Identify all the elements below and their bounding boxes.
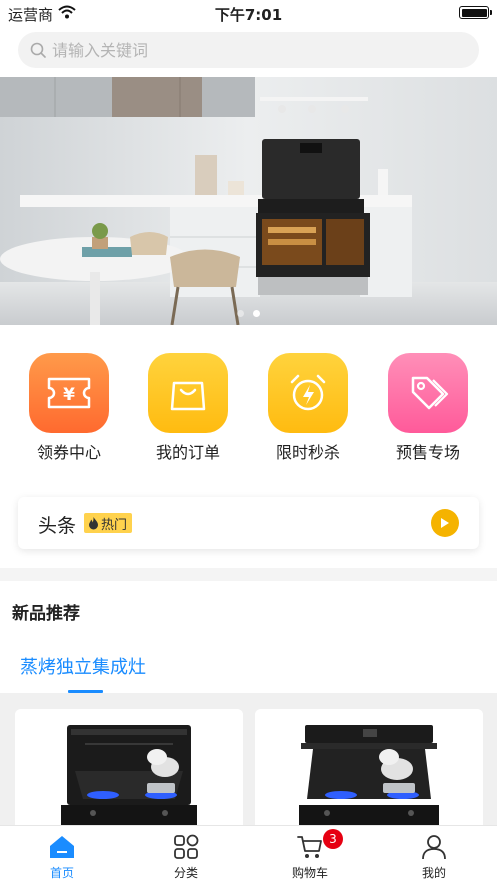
home-icon xyxy=(50,836,74,858)
cart-count-badge: 3 xyxy=(323,829,343,849)
tab-label: 分类 xyxy=(173,866,198,880)
hot-badge-label: 热门 xyxy=(101,517,128,533)
category-grid-icon xyxy=(174,834,199,859)
quick-link-orders[interactable]: 我的订单 xyxy=(133,353,243,463)
headline-news-card[interactable]: 头条 热门 xyxy=(18,497,479,549)
svg-text:¥: ¥ xyxy=(63,385,75,405)
play-icon xyxy=(441,518,449,528)
quick-link-label: 限时秒杀 xyxy=(275,443,340,462)
banner-pagination xyxy=(0,310,497,317)
headline-title: 头条 xyxy=(38,515,77,537)
shopping-bag-icon xyxy=(148,353,228,433)
tab-profile[interactable]: 我的 xyxy=(389,834,479,881)
flame-icon xyxy=(89,516,98,529)
status-bar: 运营商 下午7:01 xyxy=(0,0,497,26)
quick-link-label: 领券中心 xyxy=(36,443,101,462)
cart-icon xyxy=(297,836,322,858)
product-card[interactable] xyxy=(15,709,243,833)
product-grid xyxy=(0,693,497,833)
battery-icon xyxy=(459,6,492,19)
tab-label: 购物车 xyxy=(291,866,328,880)
hot-badge: 热门 xyxy=(84,513,133,533)
coupon-ticket-icon: ¥ xyxy=(29,353,109,433)
new-products-section: 新品推荐 蒸烤独立集成灶 xyxy=(0,581,497,693)
quick-link-label: 预售专场 xyxy=(395,443,460,462)
pagination-dot-active[interactable] xyxy=(253,310,260,317)
promo-banner[interactable] xyxy=(0,77,497,325)
search-input[interactable] xyxy=(52,32,462,68)
tab-home[interactable]: 首页 xyxy=(17,834,107,881)
price-tag-icon xyxy=(388,353,468,433)
search-icon xyxy=(30,42,46,58)
quick-link-presale[interactable]: 预售专场 xyxy=(373,353,483,463)
search-box[interactable] xyxy=(18,32,479,68)
pagination-dot[interactable] xyxy=(237,310,244,317)
product-category-tab[interactable]: 蒸烤独立集成灶 xyxy=(20,653,146,679)
integrated-stove-image xyxy=(255,709,483,833)
tab-cart[interactable]: 3 购物车 xyxy=(265,829,355,881)
search-bar xyxy=(0,26,497,77)
user-icon xyxy=(422,835,446,860)
alarm-clock-icon xyxy=(268,353,348,433)
tab-label: 首页 xyxy=(49,866,74,880)
bottom-tab-bar: 首页 分类 3 购物车 我的 xyxy=(0,825,497,883)
quick-link-coupons[interactable]: ¥ 领券中心 xyxy=(14,353,124,463)
product-card[interactable] xyxy=(255,709,483,833)
quick-link-flash-sale[interactable]: 限时秒杀 xyxy=(253,353,363,463)
tab-category[interactable]: 分类 xyxy=(141,834,231,881)
section-title: 新品推荐 xyxy=(12,604,80,624)
clock: 下午7:01 xyxy=(214,6,283,24)
quick-link-label: 我的订单 xyxy=(155,443,220,462)
kitchen-stove-image xyxy=(0,77,497,325)
tab-label: 我的 xyxy=(421,866,446,880)
integrated-stove-image xyxy=(15,709,243,833)
play-button[interactable] xyxy=(431,509,459,537)
quick-links-section: ¥ 领券中心 我的订单 限时秒杀 预售专场 头条 热门 xyxy=(0,325,497,568)
